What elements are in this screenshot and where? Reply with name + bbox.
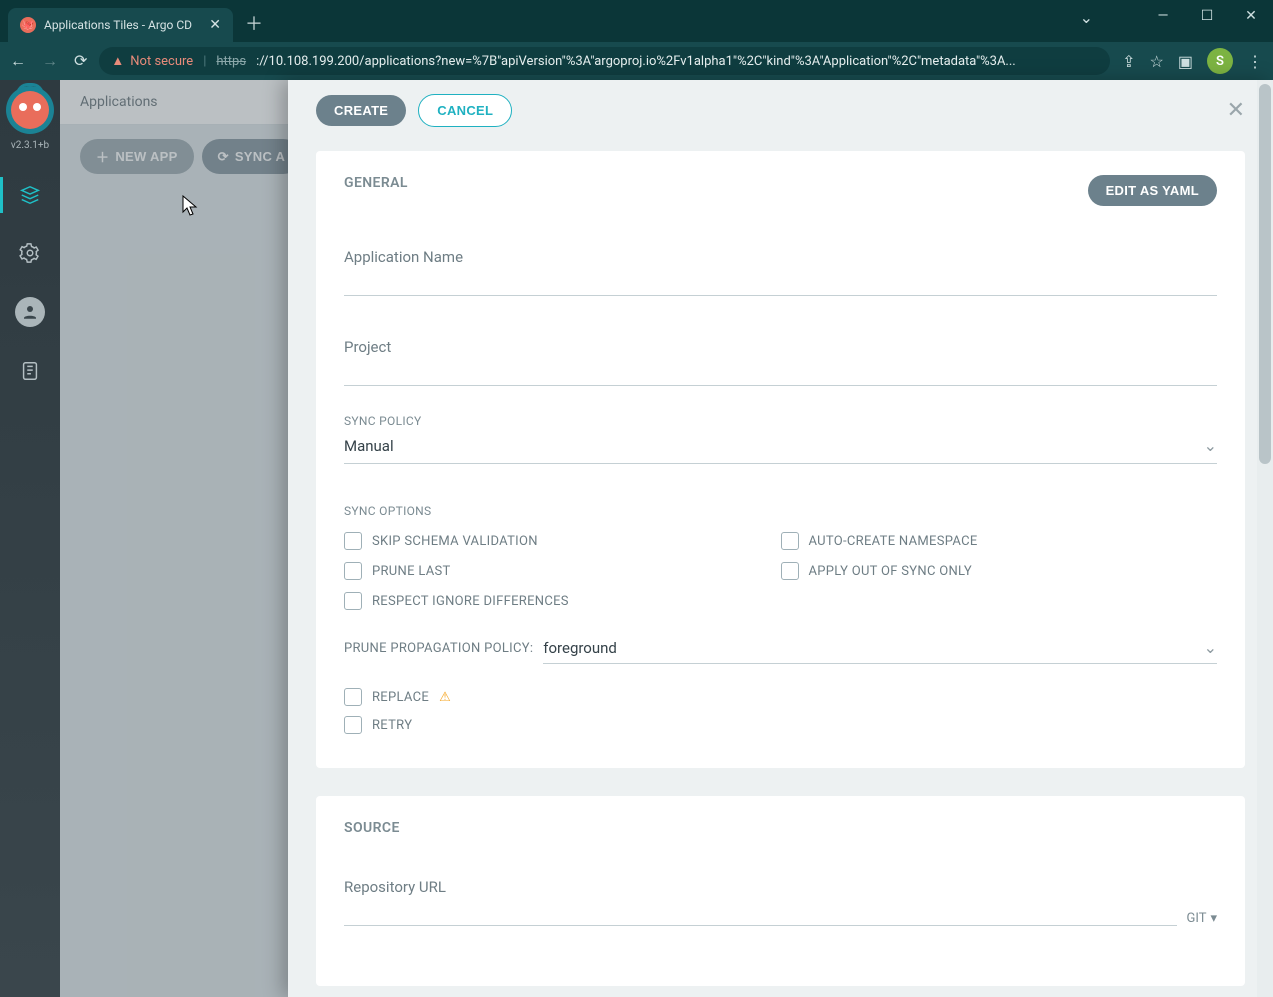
nav-user-icon[interactable]	[15, 297, 45, 327]
browser-toolbar: ← → ⟳ ▲ Not secure | https://10.108.199.…	[0, 42, 1273, 80]
application-name-input[interactable]	[344, 266, 1217, 296]
application-name-field[interactable]: Application Name	[344, 248, 1217, 296]
source-type-select[interactable]: GIT ▾	[1187, 911, 1218, 926]
sync-options-label: SYNC OPTIONS	[344, 504, 1217, 518]
window-maximize-icon[interactable]: ☐	[1185, 0, 1229, 32]
tab-close-icon[interactable]: ✕	[209, 17, 221, 33]
tab-title: Applications Tiles - Argo CD	[44, 18, 192, 32]
chevron-down-icon: ⌄	[1204, 638, 1217, 657]
security-status: Not secure	[130, 54, 193, 69]
browser-tab[interactable]: 🐙 Applications Tiles - Argo CD ✕	[8, 8, 233, 42]
prune-propagation-label: PRUNE PROPAGATION POLICY:	[344, 641, 533, 656]
nav-back-icon[interactable]: ←	[10, 51, 26, 71]
panel-toolbar: CREATE CANCEL ✕	[288, 80, 1273, 141]
url-scheme: https	[216, 54, 246, 69]
replace-checkbox[interactable]: REPLACE ⚠	[344, 688, 451, 706]
repo-url-label: Repository URL	[344, 878, 1177, 896]
panel-scrollbar[interactable]	[1257, 80, 1273, 997]
nav-settings-gear-icon[interactable]	[16, 239, 44, 267]
nav-reload-icon[interactable]: ⟳	[74, 51, 87, 71]
application-name-label: Application Name	[344, 248, 1217, 266]
nav-applications-icon[interactable]	[16, 181, 44, 209]
insecure-warning-icon: ▲	[111, 53, 124, 69]
new-tab-button[interactable]: ＋	[233, 10, 275, 42]
retry-checkbox[interactable]: RETRY	[344, 716, 412, 734]
url-text: ://10.108.199.200/applications?new=%7B"a…	[256, 54, 1016, 69]
warning-triangle-icon: ⚠	[439, 690, 451, 705]
prune-propagation-select[interactable]: foreground ⌄	[543, 632, 1217, 664]
prune-propagation-value: foreground	[543, 639, 617, 657]
create-application-panel: CREATE CANCEL ✕ GENERAL EDIT AS YAML App…	[288, 80, 1273, 997]
general-section-card: GENERAL EDIT AS YAML Application Name Pr…	[316, 151, 1245, 768]
caret-down-icon: ▾	[1210, 911, 1217, 926]
prune-last-checkbox[interactable]: PRUNE LAST	[344, 562, 781, 580]
sync-options-grid: SKIP SCHEMA VALIDATION AUTO-CREATE NAMES…	[344, 532, 1217, 610]
scrollbar-thumb[interactable]	[1259, 84, 1271, 464]
window-minimize-icon[interactable]: —	[1141, 0, 1185, 32]
skip-schema-checkbox[interactable]: SKIP SCHEMA VALIDATION	[344, 532, 781, 550]
version-label: v2.3.1+b	[11, 140, 49, 151]
sync-policy-label: SYNC POLICY	[344, 414, 1217, 428]
respect-ignore-diff-checkbox[interactable]: RESPECT IGNORE DIFFERENCES	[344, 592, 781, 610]
apply-out-of-sync-checkbox[interactable]: APPLY OUT OF SYNC ONLY	[781, 562, 1218, 580]
window-close-icon[interactable]: ✕	[1229, 0, 1273, 32]
argo-logo[interactable]	[6, 86, 54, 134]
profile-avatar[interactable]: S	[1207, 48, 1233, 74]
source-section-card: SOURCE Repository URL GIT ▾	[316, 796, 1245, 986]
bookmark-star-icon[interactable]: ☆	[1150, 52, 1164, 71]
share-icon[interactable]: ⇪	[1122, 52, 1135, 71]
address-bar[interactable]: ▲ Not secure | https://10.108.199.200/ap…	[99, 47, 1110, 75]
cancel-button[interactable]: CANCEL	[418, 94, 512, 127]
app-root: v2.3.1+b Applications ＋ NEW APP ⟳ SYNC A	[0, 80, 1273, 997]
window-controls: — ☐ ✕	[1141, 0, 1273, 32]
project-label: Project	[344, 338, 1217, 356]
edit-as-yaml-button[interactable]: EDIT AS YAML	[1088, 175, 1217, 206]
create-button[interactable]: CREATE	[316, 95, 406, 126]
source-section-title: SOURCE	[344, 820, 1217, 836]
sync-policy-select[interactable]: Manual ⌄	[344, 428, 1217, 464]
project-field[interactable]: Project	[344, 338, 1217, 386]
nav-forward-icon: →	[42, 51, 58, 71]
side-panel-icon[interactable]: ▣	[1178, 52, 1193, 71]
nav-docs-icon[interactable]	[16, 357, 44, 385]
tab-search-chevron-icon[interactable]: ⌄	[1080, 8, 1093, 27]
prune-propagation-row: PRUNE PROPAGATION POLICY: foreground ⌄	[344, 632, 1217, 664]
sync-policy-value: Manual	[344, 437, 394, 455]
general-section-title: GENERAL	[344, 175, 408, 191]
kebab-menu-icon[interactable]: ⋮	[1247, 52, 1263, 71]
tab-favicon: 🐙	[20, 17, 36, 33]
project-input[interactable]	[344, 356, 1217, 386]
browser-tab-strip: 🐙 Applications Tiles - Argo CD ✕ ＋ ⌄ — ☐…	[0, 0, 1273, 42]
repo-url-input[interactable]	[344, 896, 1177, 926]
chevron-down-icon: ⌄	[1204, 436, 1217, 455]
left-nav-rail: v2.3.1+b	[0, 80, 60, 997]
panel-close-icon[interactable]: ✕	[1227, 98, 1245, 123]
auto-create-namespace-checkbox[interactable]: AUTO-CREATE NAMESPACE	[781, 532, 1218, 550]
